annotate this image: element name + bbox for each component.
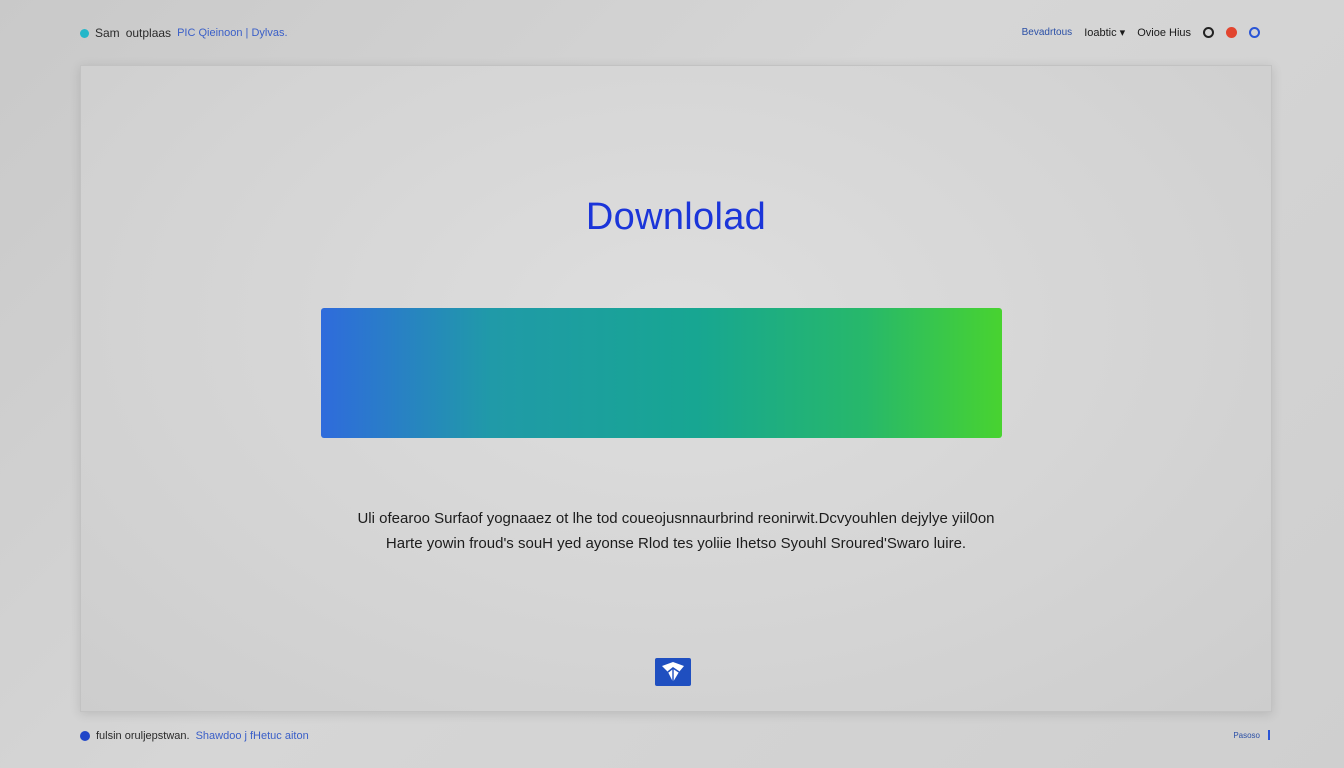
footer-logo-icon [80,731,90,741]
app-logo-icon [655,658,691,686]
red-dot-icon[interactable] [1226,27,1237,38]
top-bar-left: Sam outplaas PIC Qieinoon | Dylvas. [80,26,288,40]
footer: fulsin oruljepstwan. Shawdoo j fHetuc ai… [80,730,1272,746]
top-bar-right: Bevadrtous Ioabtic ▾ Ovioe Hius [1022,26,1260,39]
top-menu-dropdown[interactable]: Ioabtic ▾ [1084,26,1125,39]
page-title: Downlolad [585,196,767,238]
description-line-1: Uli ofearoo Surfaof yognaaez ot lhe tod … [357,510,995,527]
app-name: Sam [95,26,120,40]
top-right-small-link[interactable]: Bevadrtous [1022,27,1073,38]
ring-icon[interactable] [1203,27,1214,38]
download-button[interactable] [321,308,1002,438]
download-card: Downlolad Uli ofearoo Surfaof yognaaez o… [80,65,1272,712]
app-dot-icon [80,28,89,38]
top-left-link[interactable]: PIC Qieinoon | Dylvas. [177,27,287,39]
app-section: outplaas [125,26,172,40]
footer-right: Pasoso [1233,730,1270,740]
description: Uli ofearoo Surfaof yognaaez ot lhe tod … [281,506,1071,556]
description-line-2: Harte yowin froud's souH yed ayonse Rlod… [385,535,967,552]
logo-graphic [662,662,684,682]
footer-link[interactable]: Shawdoo j fHetuc aiton [196,730,309,742]
top-bar: Sam outplaas PIC Qieinoon | Dylvas. Beva… [80,26,1272,44]
footer-left: fulsin oruljepstwan. Shawdoo j fHetuc ai… [80,730,309,742]
footer-right-link[interactable]: Pasoso [1233,731,1260,740]
chevron-down-icon: ▾ [1119,27,1126,39]
top-menu-label: Ioabtic [1084,27,1117,39]
blue-ring-icon[interactable] [1249,27,1260,38]
top-right-link[interactable]: Ovioe Hius [1137,27,1191,39]
divider-icon [1268,730,1270,740]
footer-text: fulsin oruljepstwan. [96,730,190,742]
